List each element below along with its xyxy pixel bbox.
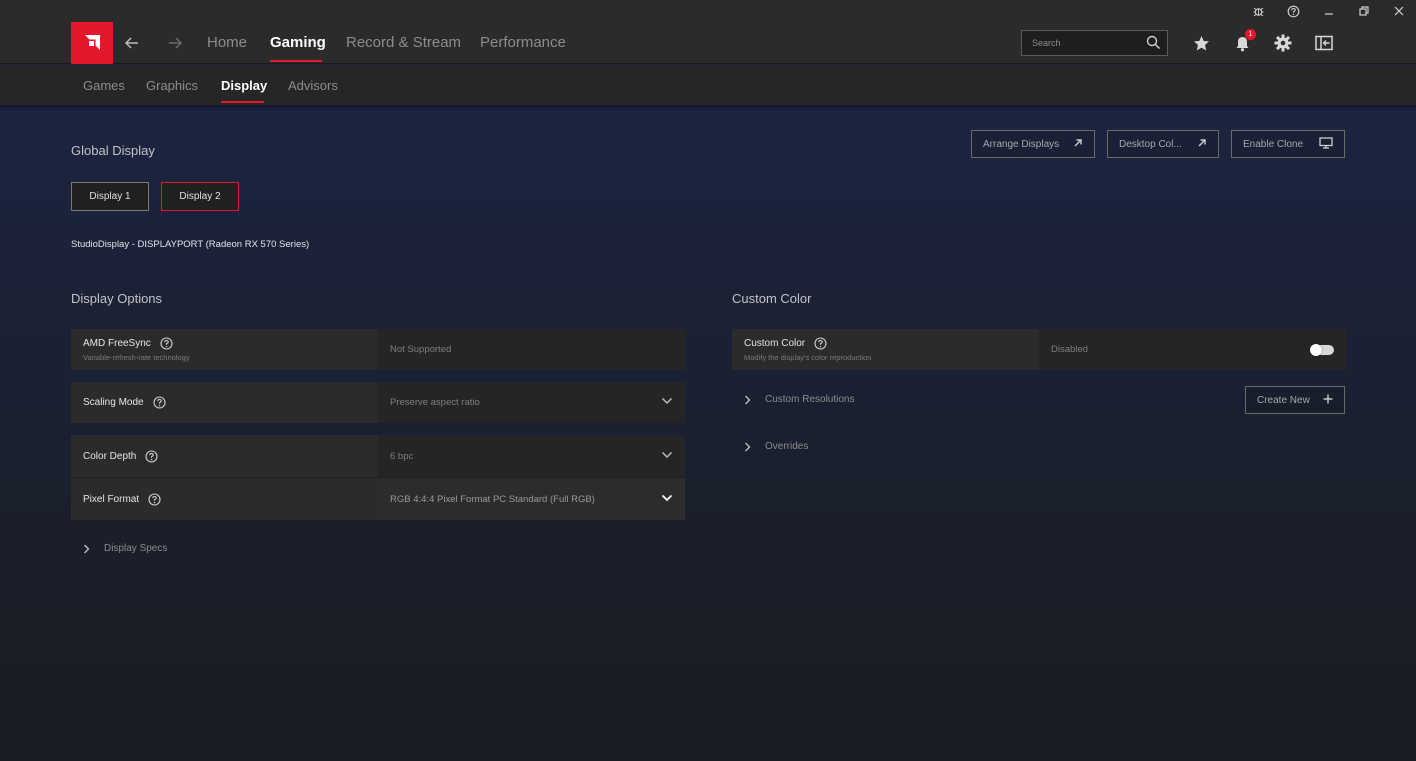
display-1-button[interactable]: Display 1 — [71, 182, 149, 211]
monitor-name: StudioDisplay - DISPLAYPORT (Radeon RX 5… — [71, 239, 310, 250]
freesync-label-cell: AMD FreeSync Variable-refresh-rate techn… — [71, 329, 378, 370]
enable-clone-button[interactable]: Enable Clone — [1231, 130, 1345, 158]
freesync-row: AMD FreeSync Variable-refresh-rate techn… — [71, 329, 685, 370]
tab-home[interactable]: Home — [207, 34, 247, 51]
custom-color-title: Custom Color — [732, 291, 812, 306]
title-bar — [0, 0, 1416, 22]
pixel-format-label-cell: Pixel Format — [71, 478, 378, 520]
help-circle-icon[interactable] — [145, 449, 158, 463]
create-new-button[interactable]: Create New — [1245, 386, 1345, 414]
amd-logo-icon[interactable] — [71, 22, 113, 64]
custom-resolutions-expander[interactable]: Custom Resolutions — [744, 394, 854, 405]
color-depth-value: 6 bpc — [390, 450, 414, 462]
chevron-down-icon — [661, 397, 673, 408]
search-placeholder: Search — [1032, 38, 1061, 48]
pixel-format-dropdown[interactable]: RGB 4:4:4 Pixel Format PC Standard (Full… — [378, 478, 685, 520]
help-circle-icon[interactable] — [153, 396, 166, 409]
back-arrow-icon[interactable] — [121, 32, 143, 54]
plus-icon — [1323, 394, 1333, 407]
overrides-label: Overrides — [765, 441, 809, 452]
notification-badge: 1 — [1245, 29, 1256, 40]
display-specs-expander[interactable]: Display Specs — [83, 543, 167, 554]
active-tab-indicator — [270, 60, 322, 62]
subtab-display[interactable]: Display — [221, 78, 267, 93]
monitor-icon — [1319, 136, 1333, 152]
custom-color-state: Disabled — [1051, 344, 1088, 355]
close-icon[interactable] — [1382, 0, 1416, 22]
sub-navigation: Games Graphics Display Advisors — [0, 65, 1416, 105]
active-subtab-indicator — [221, 101, 264, 103]
custom-color-label: Custom Color — [744, 338, 806, 349]
chevron-right-icon — [744, 395, 751, 405]
display-2-button[interactable]: Display 2 — [161, 182, 239, 211]
desktop-color-label: Desktop Col... — [1119, 138, 1182, 150]
desktop-color-button[interactable]: Desktop Col... — [1107, 130, 1219, 158]
color-depth-label-cell: Color Depth — [71, 435, 378, 477]
custom-color-row: Custom Color Modify the display's color … — [732, 329, 1346, 370]
help-circle-icon[interactable] — [814, 337, 827, 350]
restore-icon[interactable] — [1347, 0, 1381, 22]
arrange-displays-button[interactable]: Arrange Displays — [971, 130, 1095, 158]
top-navigation: Home Gaming Record & Stream Performance … — [0, 22, 1416, 64]
create-new-label: Create New — [1257, 394, 1310, 406]
overrides-expander[interactable]: Overrides — [744, 441, 808, 452]
scaling-mode-row: Scaling Mode Preserve aspect ratio — [71, 382, 685, 423]
subtab-advisors[interactable]: Advisors — [288, 78, 338, 93]
freesync-label: AMD FreeSync — [83, 338, 151, 349]
settings-gear-icon[interactable] — [1271, 32, 1295, 54]
color-depth-dropdown[interactable]: 6 bpc — [378, 435, 685, 477]
scaling-mode-label-cell: Scaling Mode — [71, 382, 378, 423]
display-options-title: Display Options — [71, 291, 163, 306]
custom-color-sublabel: Modify the display's color reproduction — [744, 353, 872, 362]
enable-clone-label: Enable Clone — [1243, 138, 1304, 150]
favorites-star-icon[interactable] — [1189, 32, 1213, 54]
subtab-graphics[interactable]: Graphics — [146, 78, 198, 93]
forward-arrow-icon[interactable] — [164, 32, 186, 54]
freesync-sublabel: Variable-refresh-rate technology — [83, 353, 190, 362]
help-circle-icon[interactable] — [160, 337, 173, 350]
subtab-games[interactable]: Games — [83, 78, 125, 93]
chevron-down-icon — [661, 451, 673, 462]
display-specs-label: Display Specs — [104, 543, 168, 554]
tab-record-stream[interactable]: Record & Stream — [346, 34, 461, 51]
scaling-mode-label: Scaling Mode — [83, 397, 144, 408]
help-circle-icon[interactable] — [148, 492, 161, 506]
freesync-value: Not Supported — [378, 329, 685, 370]
freesync-value-text: Not Supported — [390, 344, 452, 355]
arrange-displays-label: Arrange Displays — [983, 138, 1060, 150]
scaling-mode-value: Preserve aspect ratio — [390, 397, 480, 408]
global-display-title: Global Display — [71, 143, 155, 158]
chevron-right-icon — [744, 442, 751, 452]
help-icon[interactable] — [1276, 0, 1310, 22]
external-link-icon — [1197, 138, 1207, 151]
bug-report-icon[interactable] — [1241, 0, 1275, 22]
pixel-format-row: Pixel Format RGB 4:4:4 Pixel Format PC S… — [71, 478, 685, 520]
tab-gaming[interactable]: Gaming — [270, 34, 326, 51]
custom-color-label-cell: Custom Color Modify the display's color … — [732, 329, 1039, 370]
pixel-format-value: RGB 4:4:4 Pixel Format PC Standard (Full… — [390, 493, 595, 505]
scaling-mode-dropdown[interactable]: Preserve aspect ratio — [378, 382, 685, 423]
tab-performance[interactable]: Performance — [480, 34, 566, 51]
chevron-right-icon — [83, 544, 90, 554]
search-icon[interactable] — [1146, 35, 1161, 59]
pixel-format-label: Pixel Format — [83, 493, 140, 505]
search-input[interactable]: Search — [1021, 30, 1168, 56]
custom-resolutions-label: Custom Resolutions — [765, 394, 855, 405]
color-depth-row: Color Depth 6 bpc — [71, 435, 685, 477]
external-link-icon — [1073, 138, 1083, 151]
color-depth-label: Color Depth — [83, 450, 137, 462]
sidebar-panel-icon[interactable] — [1312, 32, 1336, 54]
custom-color-value: Disabled — [1039, 329, 1346, 370]
minimize-icon[interactable] — [1312, 0, 1346, 22]
custom-color-toggle[interactable] — [1310, 343, 1334, 356]
chevron-down-icon — [661, 494, 673, 505]
